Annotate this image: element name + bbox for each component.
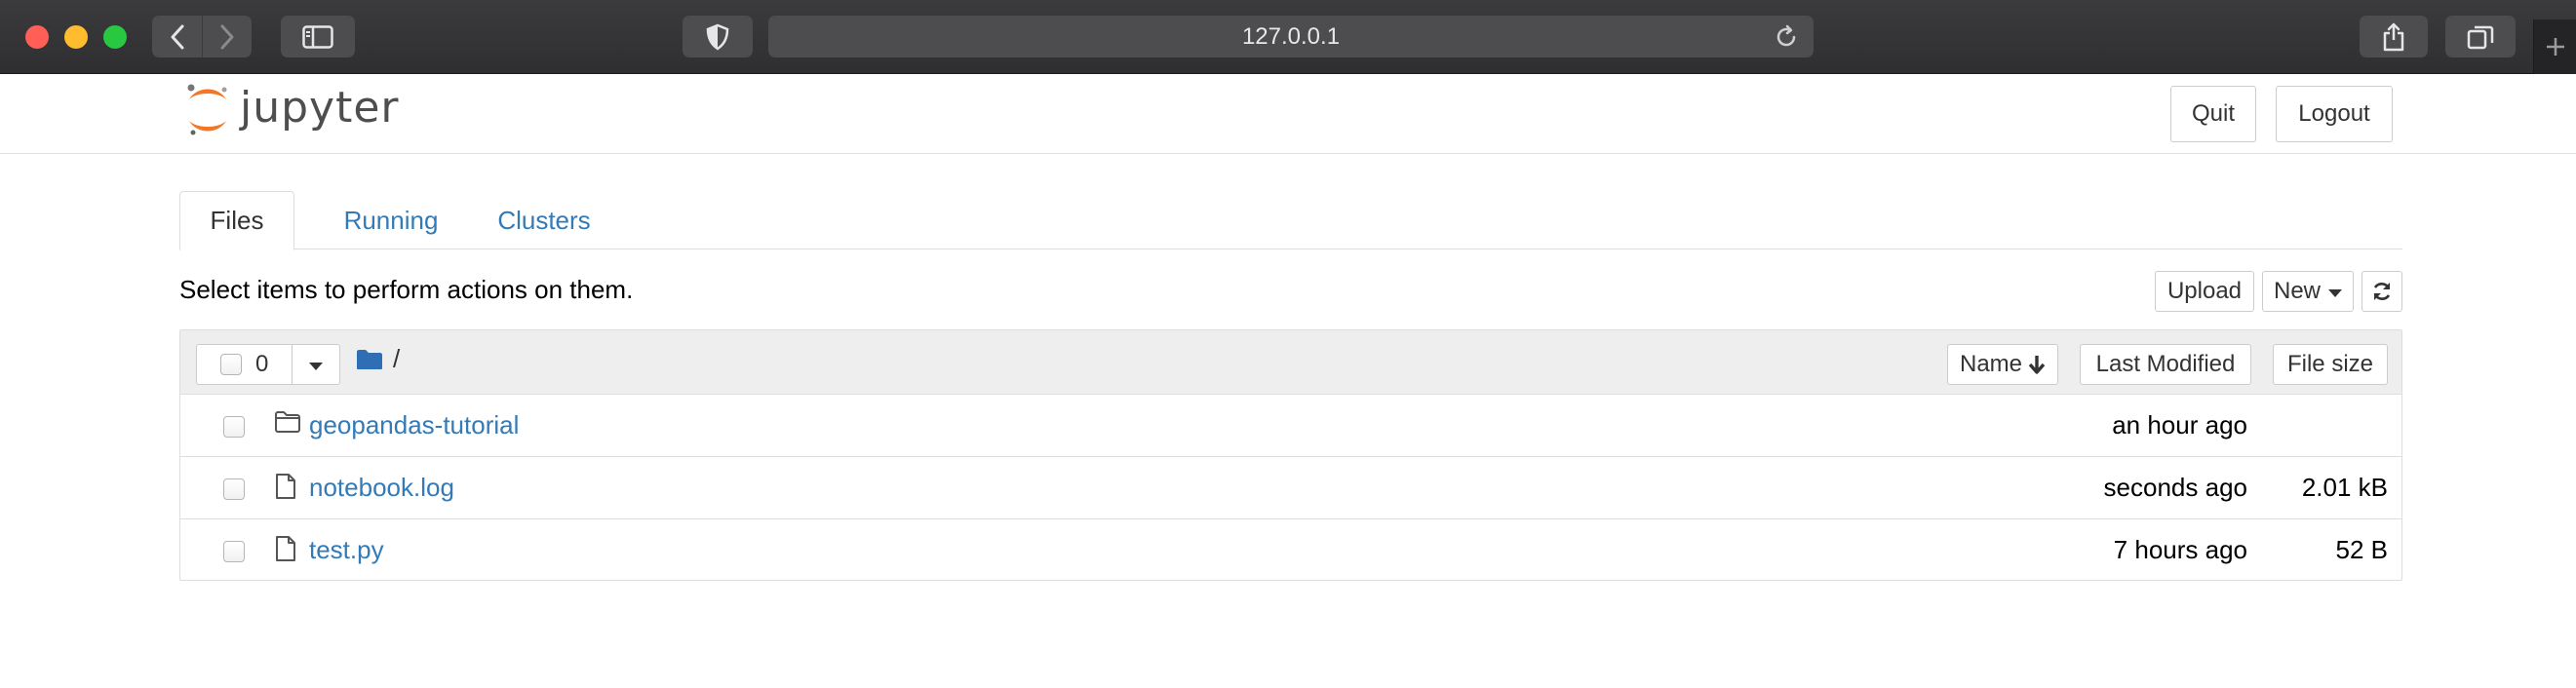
address-bar[interactable]: 127.0.0.1: [768, 16, 1814, 57]
sort-by-size-button[interactable]: File size: [2273, 344, 2388, 385]
select-all-group: 0: [196, 344, 340, 385]
file-size: 52 B: [2335, 535, 2389, 564]
logo-text: jupyter: [240, 82, 400, 133]
browser-toolbar: 127.0.0.1: [0, 0, 2576, 74]
minimize-window-button[interactable]: [64, 25, 88, 49]
row-checkbox[interactable]: [223, 416, 245, 438]
tab-overview-button[interactable]: [2445, 16, 2516, 57]
caret-down-icon: [2328, 288, 2342, 297]
tab-running[interactable]: Running: [328, 191, 454, 250]
folder-outline-icon: [275, 411, 300, 433]
file-list: 0 / Name Last Modified File size geopand…: [179, 329, 2402, 581]
file-row-notebook-log[interactable]: notebook.log seconds ago 2.01 kB: [180, 457, 2401, 519]
arrow-down-icon: [2028, 356, 2046, 374]
reload-icon[interactable]: [1773, 23, 1800, 51]
file-icon: [276, 536, 295, 561]
close-window-button[interactable]: [25, 25, 49, 49]
selected-count: 0: [255, 351, 269, 377]
chevron-right-icon: [220, 24, 234, 49]
forward-button[interactable]: [202, 16, 252, 57]
back-button[interactable]: [152, 16, 202, 57]
sidebar-icon: [302, 24, 333, 49]
sort-name-label: Name: [1959, 351, 2023, 377]
refresh-icon: [2373, 283, 2391, 300]
quit-button[interactable]: Quit: [2170, 86, 2256, 142]
upload-button[interactable]: Upload: [2155, 271, 2254, 312]
file-modified: seconds ago: [2103, 473, 2247, 502]
jupyter-header: jupyter Quit Logout: [0, 74, 2576, 154]
shield-icon: [706, 23, 729, 51]
notebook-tabs: Files Running Clusters: [179, 191, 2402, 250]
file-row-test-py[interactable]: test.py 7 hours ago 52 B: [180, 519, 2401, 582]
url-text: 127.0.0.1: [1241, 23, 1341, 50]
plus-icon: [2546, 38, 2564, 56]
caret-down-icon: [309, 362, 323, 370]
share-icon: [2383, 22, 2404, 51]
tab-files[interactable]: Files: [179, 191, 294, 250]
history-nav-group: [152, 16, 252, 57]
share-button[interactable]: [2360, 16, 2428, 57]
selection-hint: Select items to perform actions on them.: [179, 275, 634, 304]
tab-clusters[interactable]: Clusters: [476, 191, 612, 250]
sort-by-modified-button[interactable]: Last Modified: [2080, 344, 2251, 385]
logout-button[interactable]: Logout: [2276, 86, 2393, 142]
new-tab-button[interactable]: [2533, 19, 2576, 74]
refresh-button[interactable]: [2361, 271, 2402, 312]
file-size: 2.01 kB: [2301, 473, 2388, 502]
jupyter-logo-icon: [187, 84, 227, 135]
select-all-toggle[interactable]: 0: [197, 345, 293, 384]
file-name-link[interactable]: notebook.log: [309, 473, 454, 503]
file-name-link[interactable]: geopandas-tutorial: [309, 410, 519, 440]
sort-by-name-button[interactable]: Name: [1947, 344, 2058, 385]
zoom-window-button[interactable]: [103, 25, 127, 49]
file-icon: [276, 474, 295, 499]
chevron-left-icon: [171, 24, 183, 49]
file-name-link[interactable]: test.py: [309, 535, 384, 565]
folder-icon[interactable]: [356, 349, 383, 370]
select-all-checkbox[interactable]: [220, 354, 242, 375]
sidebar-toggle-button[interactable]: [281, 16, 355, 57]
row-checkbox[interactable]: [223, 478, 245, 500]
tabs-overview-icon: [2467, 25, 2494, 49]
file-modified: an hour ago: [2112, 410, 2247, 440]
file-list-header: 0 / Name Last Modified File size: [180, 330, 2401, 395]
new-dropdown-button[interactable]: New: [2262, 271, 2354, 312]
breadcrumb-path[interactable]: /: [393, 344, 400, 374]
breadcrumb: /: [356, 344, 400, 374]
file-modified: 7 hours ago: [2113, 535, 2247, 564]
row-checkbox[interactable]: [223, 541, 245, 562]
privacy-report-button[interactable]: [683, 16, 753, 57]
new-button-label: New: [2273, 278, 2321, 304]
selection-menu-button[interactable]: [293, 345, 339, 384]
file-row-geopandas-tutorial[interactable]: geopandas-tutorial an hour ago: [180, 395, 2401, 457]
jupyter-logo[interactable]: jupyter: [183, 82, 400, 138]
